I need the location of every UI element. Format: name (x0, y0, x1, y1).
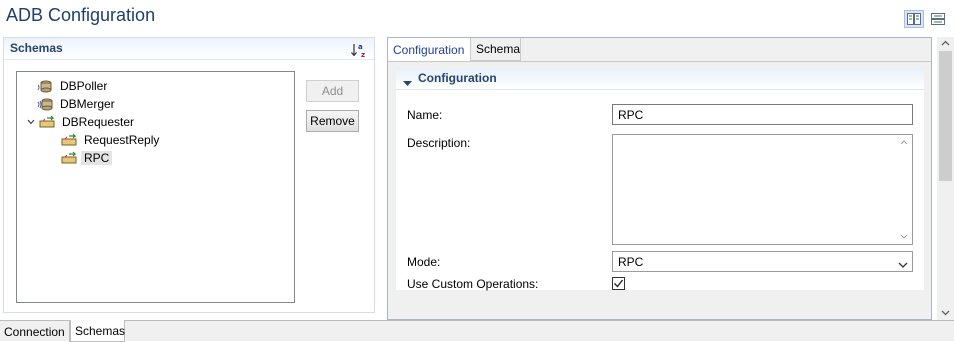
schemas-tree[interactable]: DBPoller DBMerger DBRequester RequestRep… (16, 71, 295, 303)
name-label: Name: (407, 108, 443, 122)
add-button[interactable]: Add (306, 80, 359, 102)
mode-select[interactable]: RPC (612, 251, 913, 272)
chevron-down-icon (898, 258, 908, 272)
scrollbar-thumb[interactable] (939, 51, 952, 181)
vertical-layout-icon[interactable] (928, 10, 948, 28)
chevron-down-icon[interactable] (25, 116, 37, 128)
detail-content: Configuration Name: RPC Description: Mod… (388, 61, 931, 319)
description-label: Description: (407, 136, 471, 150)
detail-panel: Configuration Schema Configuration Name:… (387, 37, 932, 320)
tree-item-label: DBPoller (60, 79, 108, 93)
horizontal-layout-icon[interactable] (904, 10, 924, 28)
description-scrollbar[interactable] (896, 135, 912, 244)
rpc-icon (61, 151, 79, 165)
vertical-scrollbar[interactable] (937, 37, 954, 320)
db-merger-icon (37, 97, 55, 111)
schemas-section: Schemas a z DBPoller DBMerger DBRequeste… (3, 37, 375, 313)
name-field[interactable]: RPC (612, 104, 913, 125)
schemas-section-title: Schemas (10, 41, 63, 55)
request-reply-icon (61, 133, 79, 147)
tree-item-label: RPC (81, 151, 113, 165)
tree-item-dbpoller[interactable]: DBPoller (37, 77, 110, 95)
sort-az-icon[interactable]: a z (350, 42, 368, 59)
svg-text:a: a (358, 43, 363, 51)
collapse-triangle-icon[interactable] (403, 76, 412, 90)
tab-configuration[interactable]: Configuration (388, 38, 471, 61)
tab-connection[interactable]: Connection (0, 321, 70, 342)
bottom-tab-bar: Connection Schemas (0, 320, 954, 342)
db-poller-icon (37, 79, 55, 93)
svg-text:z: z (361, 51, 365, 58)
custom-operations-label: Use Custom Operations: (407, 277, 539, 291)
configuration-section-title: Configuration (418, 71, 497, 85)
tree-item-dbmerger[interactable]: DBMerger (37, 95, 118, 113)
schemas-section-header: Schemas a z (4, 38, 374, 60)
configuration-form: Configuration Name: RPC Description: Mod… (396, 68, 924, 291)
page-title: ADB Configuration (6, 5, 156, 25)
mode-value: RPC (618, 254, 644, 269)
remove-button[interactable]: Remove (306, 110, 359, 132)
db-requester-icon (39, 115, 57, 129)
tree-item-requestreply[interactable]: RequestReply (61, 131, 162, 149)
configuration-section-header[interactable]: Configuration (396, 68, 924, 90)
scroll-up-icon[interactable] (940, 39, 951, 47)
tree-item-label: RequestReply (84, 133, 160, 147)
layout-toolbar (904, 10, 948, 28)
custom-operations-checkbox[interactable] (612, 277, 625, 290)
scroll-down-icon[interactable] (940, 309, 951, 317)
tab-schema[interactable]: Schema (471, 38, 521, 61)
tab-schemas[interactable]: Schemas (70, 320, 125, 342)
tree-item-label: DBRequester (62, 115, 135, 129)
tree-item-rpc[interactable]: RPC (61, 149, 113, 167)
mode-label: Mode: (407, 255, 441, 269)
tree-item-dbrequester[interactable]: DBRequester (25, 113, 137, 131)
description-field[interactable] (612, 134, 913, 245)
tree-item-label: DBMerger (60, 97, 115, 111)
